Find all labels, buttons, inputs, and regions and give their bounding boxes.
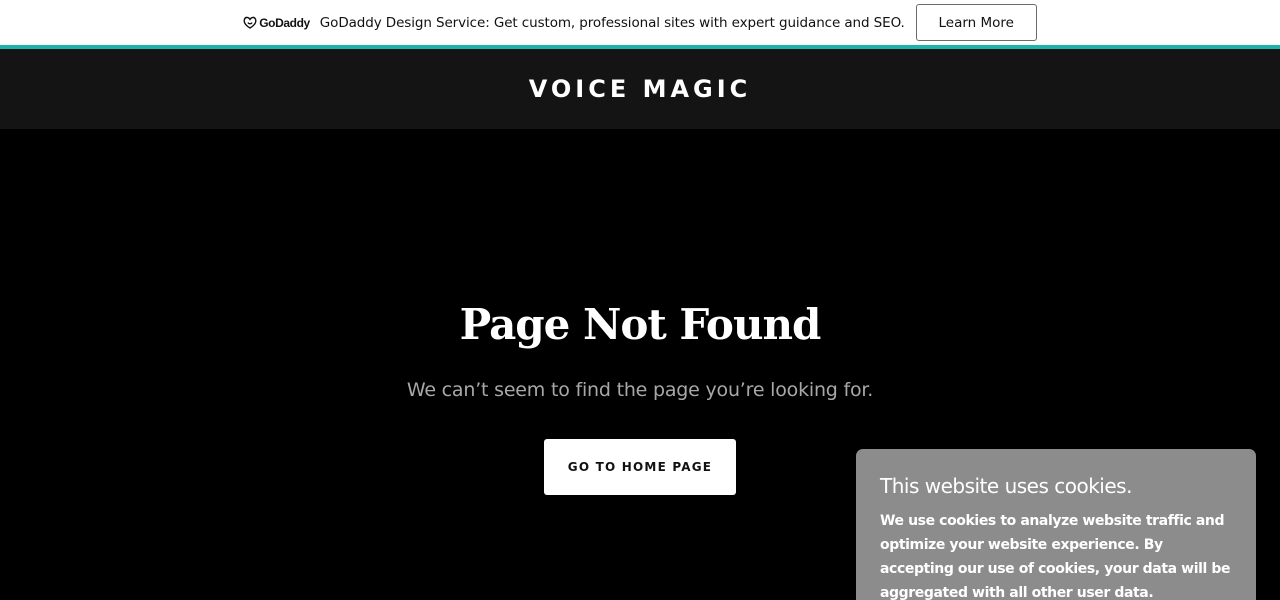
page-title: Page Not Found	[459, 300, 822, 349]
page: GoDaddy GoDaddy Design Service: Get cust…	[0, 0, 1280, 600]
promo-text: GoDaddy Design Service: Get custom, prof…	[319, 14, 905, 31]
site-title[interactable]: VOICE MAGIC	[529, 75, 752, 103]
godaddy-logo-icon	[243, 16, 257, 29]
cookie-body: We use cookies to analyze website traffi…	[880, 513, 1231, 600]
page-subtitle: We can’t seem to find the page you’re lo…	[406, 379, 874, 401]
promo-banner: GoDaddy GoDaddy Design Service: Get cust…	[0, 0, 1280, 45]
site-header: VOICE MAGIC	[0, 49, 1280, 129]
learn-more-button[interactable]: Learn More	[915, 4, 1037, 41]
cookie-banner: This website uses cookies. We use cookie…	[856, 449, 1256, 600]
cookie-title: This website uses cookies.	[880, 474, 1132, 498]
godaddy-wordmark: GoDaddy	[259, 15, 310, 30]
go-to-home-page-button[interactable]: GO TO HOME PAGE	[544, 439, 736, 495]
godaddy-logo[interactable]: GoDaddy	[243, 16, 310, 30]
